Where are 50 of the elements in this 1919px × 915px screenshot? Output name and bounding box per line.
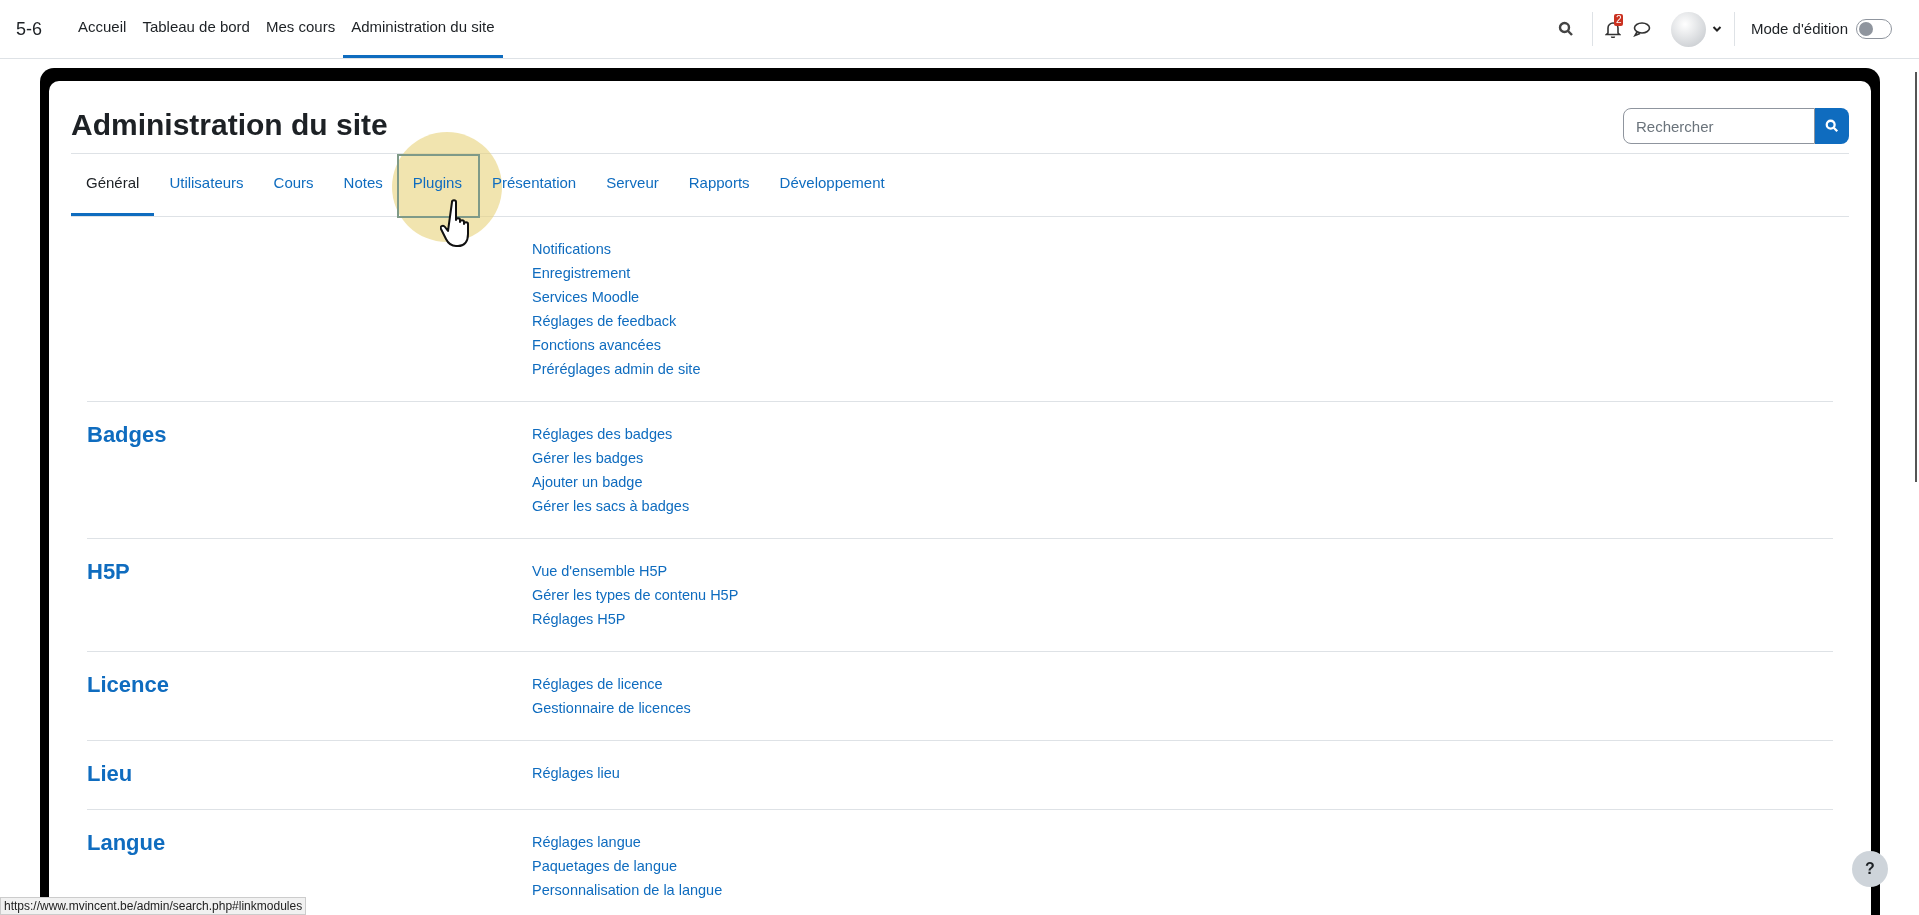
admin-link[interactable]: Réglages lieu (532, 764, 620, 781)
search-field[interactable]: Rechercher (1623, 108, 1815, 144)
admin-link[interactable]: Préréglages admin de site (532, 360, 701, 377)
admin-link[interactable]: Réglages de licence (532, 675, 663, 692)
admin-link[interactable]: Paquetages de langue (532, 857, 678, 874)
nav-link[interactable]: Mes cours (257, 0, 344, 58)
admin-link[interactable]: Réglages H5P (532, 610, 626, 627)
tab[interactable]: Serveur (591, 154, 674, 216)
admin-link[interactable]: Réglages langue (532, 833, 641, 850)
admin-link[interactable]: Gérer les badges (532, 449, 644, 466)
nav-link[interactable]: Accueil (70, 0, 135, 58)
tab[interactable]: Cours (258, 154, 329, 216)
section-heading[interactable]: Badges (87, 419, 532, 450)
section-heading[interactable]: H5P (87, 556, 532, 587)
search-icon (1825, 119, 1839, 133)
admin-link[interactable]: Vue d'ensemble H5P (532, 562, 668, 579)
page-title: Administration du site (71, 107, 388, 143)
chevron-down-icon[interactable] (1711, 25, 1722, 33)
tab[interactable]: Développement (764, 154, 900, 216)
status-bar-url: https://www.mvincent.be/admin/search.php#linkmodules (0, 897, 307, 915)
section-heading[interactable]: Langue (87, 827, 532, 858)
help-button[interactable]: ? (1852, 851, 1888, 887)
tab[interactable]: Présentation (476, 154, 592, 216)
tab[interactable]: Général (71, 154, 155, 216)
chat-bubble-icon[interactable] (1632, 21, 1651, 37)
admin-link[interactable]: Fonctions avancées (532, 336, 661, 353)
admin-link[interactable]: Réglages de feedback (532, 312, 677, 329)
nav-link[interactable]: Tableau de bord (134, 0, 258, 58)
admin-link[interactable]: Réglages des badges (532, 425, 673, 442)
search-button[interactable] (1815, 108, 1849, 144)
admin-link[interactable]: Gérer les types de contenu H5P (532, 586, 739, 603)
admin-link[interactable]: Personnalisation de la langue (532, 881, 723, 898)
section-heading[interactable]: Licence (87, 669, 532, 700)
edit-mode-label: Mode d'édition (1750, 18, 1848, 39)
tab[interactable]: Notes (328, 154, 398, 216)
section-heading[interactable]: Lieu (87, 758, 532, 789)
admin-link[interactable]: Enregistrement (532, 264, 631, 281)
nav-link[interactable]: Administration du site (343, 0, 503, 58)
admin-link[interactable]: Services Moodle (532, 288, 640, 305)
search-icon[interactable] (1557, 21, 1574, 37)
tab[interactable]: Plugins (397, 154, 477, 216)
tab[interactable]: Utilisateurs (154, 154, 259, 216)
tab[interactable]: Rapports (673, 154, 765, 216)
edit-mode-toggle[interactable] (1856, 19, 1892, 39)
admin-link[interactable]: Ajouter un badge (532, 473, 643, 490)
admin-link[interactable]: Gérer les sacs à badges (532, 497, 690, 514)
admin-link[interactable]: Gestionnaire de licences (532, 699, 691, 716)
site-name[interactable]: 5-6 (16, 15, 42, 43)
admin-link[interactable]: Notifications (532, 240, 611, 257)
notification-count-badge: 2 (1613, 14, 1624, 26)
